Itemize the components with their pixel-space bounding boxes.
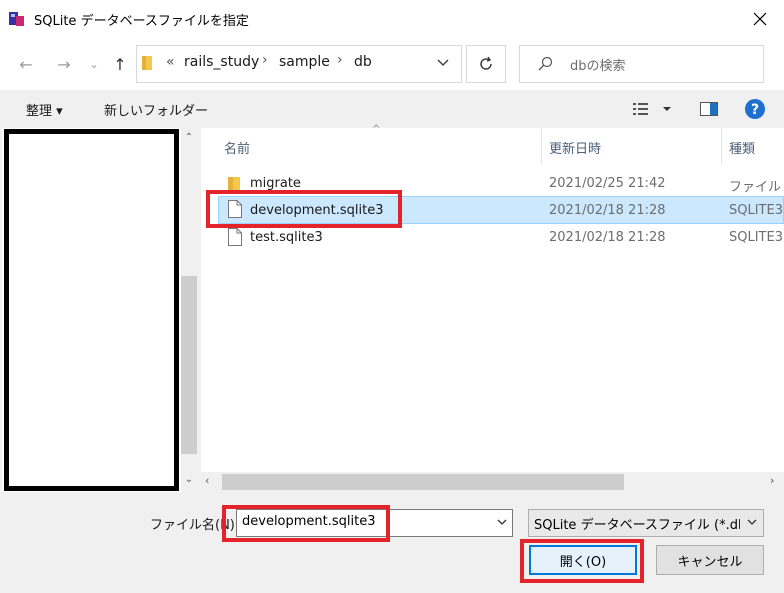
help-button[interactable]: ? bbox=[745, 99, 765, 119]
preview-pane-button[interactable] bbox=[700, 101, 718, 117]
file-type: ファイル フ bbox=[729, 180, 784, 195]
scroll-left-icon[interactable]: ‹ bbox=[205, 474, 209, 487]
recent-locations-button[interactable]: ⌄ bbox=[84, 52, 104, 76]
close-button[interactable] bbox=[740, 4, 780, 34]
chevron-down-icon: ⌄ bbox=[89, 57, 99, 71]
scroll-right-icon[interactable]: › bbox=[770, 474, 774, 487]
column-header-type[interactable]: 種類 bbox=[729, 138, 755, 157]
search-input[interactable] bbox=[519, 45, 764, 83]
arrow-up-icon: ↑ bbox=[113, 54, 127, 74]
file-icon bbox=[228, 200, 242, 218]
filename-label: ファイル名(N): bbox=[150, 518, 240, 533]
filename-value[interactable]: development.sqlite3 bbox=[242, 514, 376, 529]
open-button[interactable]: 開く(O) bbox=[529, 545, 637, 575]
address-dropdown-button[interactable] bbox=[436, 55, 450, 73]
view-options-button[interactable] bbox=[632, 101, 672, 117]
close-icon bbox=[753, 12, 767, 26]
window-title: SQLite データベースファイルを指定 bbox=[34, 14, 249, 29]
file-modified: 2021/02/18 21:28 bbox=[549, 203, 666, 218]
folder-icon bbox=[228, 175, 242, 191]
redacted-navigation-area bbox=[4, 129, 179, 491]
folder-icon bbox=[142, 55, 154, 71]
file-modified: 2021/02/18 21:28 bbox=[549, 230, 666, 245]
table-row[interactable] bbox=[218, 170, 784, 196]
chevron-down-icon bbox=[747, 519, 757, 525]
search-placeholder: dbの検索 bbox=[570, 59, 626, 74]
breadcrumb-separator-icon[interactable]: › bbox=[337, 52, 343, 68]
column-divider[interactable] bbox=[721, 128, 722, 164]
list-view-icon bbox=[633, 103, 671, 115]
chevron-down-icon bbox=[497, 519, 507, 525]
back-button[interactable]: ← bbox=[12, 52, 40, 76]
filetype-dropdown-button[interactable] bbox=[746, 516, 758, 532]
help-icon: ? bbox=[745, 99, 765, 119]
arrow-left-icon: ← bbox=[19, 54, 33, 74]
navigation-pane-scroll-thumb[interactable] bbox=[181, 276, 197, 454]
up-button[interactable]: ↑ bbox=[108, 52, 132, 76]
file-type: SQLITE3 bbox=[729, 230, 783, 245]
svg-text:?: ? bbox=[751, 102, 759, 118]
breadcrumb-sample[interactable]: sample bbox=[279, 54, 330, 70]
scroll-down-icon[interactable]: ⌄ bbox=[181, 474, 197, 485]
column-header-name[interactable]: 名前 bbox=[224, 138, 250, 157]
cancel-button[interactable]: キャンセル bbox=[656, 545, 764, 575]
scroll-up-icon[interactable]: ⌃ bbox=[181, 132, 197, 143]
breadcrumb-overflow[interactable]: « bbox=[166, 54, 175, 70]
breadcrumb-separator-icon[interactable]: › bbox=[262, 52, 268, 68]
sort-ascending-icon: ^ bbox=[372, 124, 381, 135]
refresh-icon bbox=[480, 56, 492, 70]
filename-dropdown-button[interactable] bbox=[496, 516, 508, 532]
file-modified: 2021/02/25 21:42 bbox=[549, 176, 666, 191]
horizontal-scroll-thumb[interactable] bbox=[222, 474, 624, 490]
file-name: test.sqlite3 bbox=[250, 230, 323, 245]
organize-button[interactable]: 整理 ▾ bbox=[26, 100, 63, 119]
chevron-down-icon bbox=[437, 59, 449, 66]
file-type: SQLITE3 bbox=[729, 203, 783, 218]
app-icon bbox=[8, 10, 26, 28]
column-divider[interactable] bbox=[541, 128, 542, 164]
refresh-button[interactable] bbox=[466, 45, 506, 83]
breadcrumb-db[interactable]: db bbox=[354, 54, 372, 70]
file-name: migrate bbox=[250, 176, 301, 191]
new-folder-button[interactable]: 新しいフォルダー bbox=[104, 100, 208, 119]
file-icon bbox=[228, 228, 242, 246]
breadcrumb-rails-study[interactable]: rails_study bbox=[184, 54, 259, 70]
preview-pane-icon bbox=[700, 102, 718, 116]
filetype-value[interactable]: SQLite データベースファイル (*.db;*.s bbox=[534, 514, 740, 533]
file-name: development.sqlite3 bbox=[250, 203, 384, 218]
forward-button[interactable]: → bbox=[50, 52, 78, 76]
search-icon bbox=[538, 56, 554, 72]
arrow-right-icon: → bbox=[57, 54, 71, 74]
column-header-modified[interactable]: 更新日時 bbox=[549, 138, 601, 157]
